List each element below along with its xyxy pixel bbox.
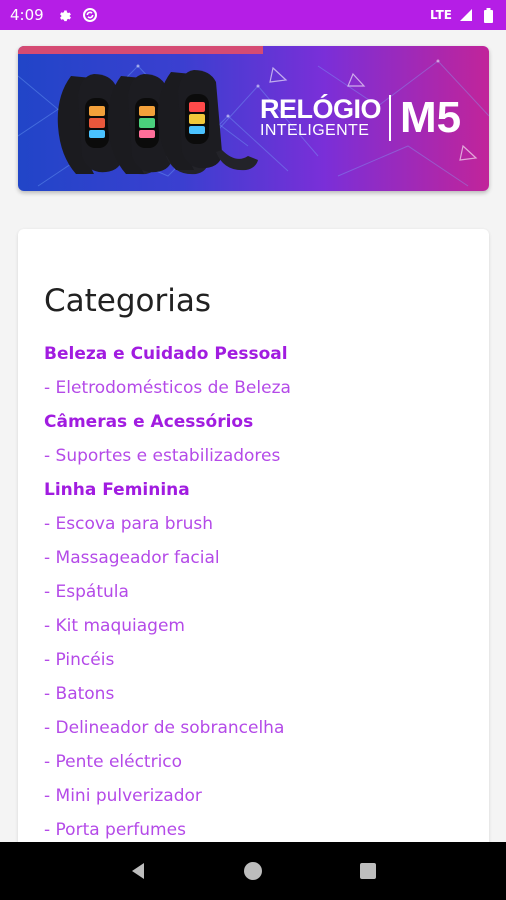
home-icon[interactable]: [241, 859, 265, 883]
sync-icon: [82, 7, 98, 23]
signal-icon: [458, 7, 474, 23]
status-bar: 4:09 LTE: [0, 0, 506, 30]
gear-icon: [58, 7, 74, 23]
banner-title-line2: INTELIGENTE: [260, 122, 370, 139]
category-link[interactable]: Beleza e Cuidado Pessoal: [44, 337, 474, 371]
subcategory-link[interactable]: - Mini pulverizador: [44, 779, 474, 813]
subcategory-link[interactable]: - Kit maquiagem: [44, 609, 474, 643]
categories-list: Beleza e Cuidado Pessoal - Eletrodoméstic…: [44, 337, 474, 847]
categories-title: Categorias: [44, 283, 212, 319]
subcategory-link[interactable]: - Massageador facial: [44, 541, 474, 575]
categories-card: Categorias Beleza e Cuidado Pessoal - Ele…: [18, 229, 489, 869]
back-icon[interactable]: [126, 859, 150, 883]
recents-icon[interactable]: [356, 859, 380, 883]
battery-icon: [480, 7, 496, 23]
subcategory-link[interactable]: - Delineador de sobrancelha: [44, 711, 474, 745]
banner-title-line1: RELÓGIO: [260, 94, 382, 124]
system-nav-bar: [0, 842, 506, 900]
subcategory-link[interactable]: - Espátula: [44, 575, 474, 609]
subcategory-link[interactable]: - Suportes e estabilizadores: [44, 439, 474, 473]
category-link[interactable]: Linha Feminina: [44, 473, 474, 507]
subcategory-link[interactable]: - Escova para brush: [44, 507, 474, 541]
network-type: LTE: [429, 8, 452, 22]
promo-banner[interactable]: RELÓGIO INTELIGENTE M5: [18, 46, 489, 191]
banner-model: M5: [400, 93, 462, 142]
subcategory-link[interactable]: - Eletrodomésticos de Beleza: [44, 371, 474, 405]
category-link[interactable]: Câmeras e Acessórios: [44, 405, 474, 439]
subcategory-link[interactable]: - Batons: [44, 677, 474, 711]
subcategory-link[interactable]: - Pente eléctrico: [44, 745, 474, 779]
banner-accent-bar: [18, 46, 263, 54]
smartwatch-image: [57, 70, 258, 175]
banner-divider: [389, 95, 392, 141]
banner-title: RELÓGIO INTELIGENTE M5: [260, 95, 461, 141]
status-time: 4:09: [10, 6, 44, 24]
subcategory-link[interactable]: - Pincéis: [44, 643, 474, 677]
